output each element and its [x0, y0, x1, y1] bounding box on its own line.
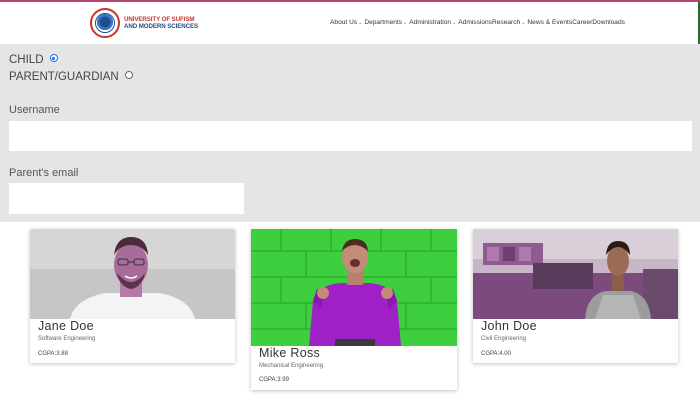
student-department: Mechanical Engineering: [259, 363, 324, 369]
chevron-down-icon: ⌄: [452, 19, 457, 26]
student-department: Civil Engineering: [481, 336, 527, 342]
chevron-down-icon: ⌄: [358, 19, 363, 26]
nav-news-events[interactable]: News & Events: [527, 19, 572, 26]
student-photo: [251, 229, 457, 346]
nav-label: Admissions: [458, 19, 492, 26]
student-card[interactable]: Jane Doe Software Engineering CGPA:3.88: [30, 229, 235, 363]
nav-administration[interactable]: Administration ⌄: [409, 19, 456, 26]
student-photo: [473, 229, 678, 319]
radio-child-button[interactable]: [49, 54, 58, 62]
username-input[interactable]: [9, 121, 692, 151]
radio-child-label: CHILD: [9, 54, 44, 66]
logo-line-2: and Modern Sciences: [124, 23, 199, 30]
nav-departments[interactable]: Departments ⌄: [364, 19, 407, 26]
nav-career[interactable]: Career: [572, 19, 592, 26]
main-nav: About Us ⌄ Departments ⌄ Administration ⌄ A…: [330, 19, 627, 26]
chevron-down-icon: ⌄: [521, 19, 526, 26]
nav-label: About Us: [330, 19, 358, 26]
nav-label: Departments: [364, 19, 403, 26]
nav-about-us[interactable]: About Us ⌄: [330, 19, 362, 26]
chevron-down-icon: ⌄: [403, 19, 408, 26]
student-department: Software Engineering: [38, 336, 96, 342]
student-cgpa: CGPA:3.88: [38, 351, 68, 357]
student-card[interactable]: Mike Ross Mechanical Engineering CGPA:3.…: [251, 229, 457, 390]
student-name: Mike Ross: [259, 346, 321, 360]
university-logo[interactable]: University of Sufism and Modern Sciences: [90, 7, 198, 39]
university-seal-icon: [90, 8, 120, 38]
nav-label: Administration: [409, 19, 452, 26]
student-cgpa: CGPA:4.00: [481, 351, 511, 357]
nav-downloads[interactable]: Downloads: [592, 19, 625, 26]
radio-parent-button[interactable]: [124, 71, 133, 79]
nav-label: Research: [491, 19, 521, 26]
radio-parent-guardian[interactable]: PARENT/GUARDIAN: [9, 71, 133, 83]
login-form-panel: CHILD PARENT/GUARDIAN Username Parent's …: [0, 44, 700, 222]
parent-email-label: Parent's email: [9, 167, 79, 179]
site-header: University of Sufism and Modern Sciences…: [0, 2, 700, 44]
nav-admissions[interactable]: Admissions: [458, 19, 492, 26]
student-name: Jane Doe: [38, 319, 94, 333]
radio-parent-label: PARENT/GUARDIAN: [9, 71, 119, 83]
nav-label: Downloads: [592, 19, 625, 26]
student-cgpa: CGPA:3.99: [259, 377, 289, 383]
radio-child[interactable]: CHILD: [9, 54, 58, 66]
nav-label: News & Events: [527, 19, 573, 26]
student-photo: [30, 229, 235, 319]
nav-research[interactable]: Research ⌄: [492, 19, 525, 26]
parent-email-input[interactable]: [9, 183, 244, 214]
student-name: John Doe: [481, 319, 537, 333]
student-card[interactable]: John Doe Civil Engineering CGPA:4.00: [473, 229, 678, 363]
username-label: Username: [9, 104, 60, 116]
nav-label: Career: [572, 19, 593, 26]
logo-text: University of Sufism and Modern Sciences: [124, 16, 198, 31]
logo-line-1: University of Sufism: [124, 15, 195, 23]
